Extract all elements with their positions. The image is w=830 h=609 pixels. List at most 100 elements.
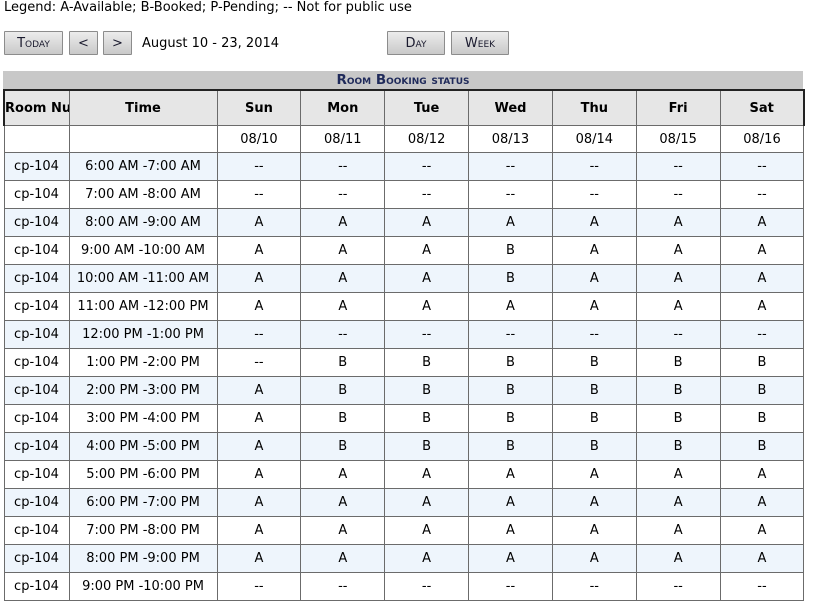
status-cell[interactable]: A (635, 264, 721, 293)
status-cell: B (468, 236, 553, 265)
status-cell[interactable]: A (300, 292, 386, 321)
status-cell[interactable]: A (551, 236, 637, 265)
status-cell: B (551, 348, 637, 377)
previous-button[interactable]: < (69, 31, 98, 55)
status-cell[interactable]: A (216, 460, 302, 489)
status-cell[interactable]: A (216, 404, 302, 433)
date-cell: 08/14 (551, 125, 637, 153)
status-cell: -- (635, 320, 721, 349)
status-cell[interactable]: A (551, 264, 637, 293)
status-cell[interactable]: A (384, 516, 470, 545)
status-cell[interactable]: A (635, 460, 721, 489)
status-cell[interactable]: A (216, 208, 302, 237)
status-cell: B (635, 432, 721, 461)
status-cell[interactable]: A (384, 488, 470, 517)
status-cell[interactable]: A (300, 460, 386, 489)
status-cell[interactable]: A (635, 516, 721, 545)
empty-cell (68, 125, 218, 153)
status-cell[interactable]: A (468, 208, 553, 237)
status-cell: -- (384, 152, 470, 181)
table-row: cp-104 11:00 AM -12:00 PM A A A A A A A (3, 292, 805, 321)
status-cell: -- (551, 152, 637, 181)
status-cell[interactable]: A (635, 292, 721, 321)
status-cell[interactable]: A (719, 488, 805, 517)
time-cell: 1:00 PM -2:00 PM (68, 348, 218, 377)
room-cell: cp-104 (3, 488, 70, 517)
status-cell[interactable]: A (384, 208, 470, 237)
room-cell: cp-104 (3, 292, 70, 321)
status-cell[interactable]: A (719, 460, 805, 489)
status-cell[interactable]: A (300, 544, 386, 573)
status-cell[interactable]: A (300, 236, 386, 265)
status-cell[interactable]: A (216, 432, 302, 461)
status-cell[interactable]: A (384, 292, 470, 321)
status-cell: B (384, 348, 470, 377)
day-header: Wed (468, 89, 553, 126)
status-cell[interactable]: A (300, 516, 386, 545)
status-cell: B (719, 376, 805, 405)
next-button[interactable]: > (103, 31, 132, 55)
status-cell[interactable]: A (551, 460, 637, 489)
status-cell[interactable]: A (216, 516, 302, 545)
status-cell: B (551, 432, 637, 461)
booking-rows: cp-104 6:00 AM -7:00 AM -- -- -- -- -- -- -- cp-1… (3, 152, 805, 601)
status-cell[interactable]: A (384, 544, 470, 573)
room-cell: cp-104 (3, 208, 70, 237)
status-cell[interactable]: A (216, 544, 302, 573)
status-cell[interactable]: A (635, 236, 721, 265)
room-cell: cp-104 (3, 544, 70, 573)
status-cell[interactable]: A (551, 516, 637, 545)
status-cell: -- (551, 180, 637, 209)
status-cell[interactable]: A (300, 264, 386, 293)
date-cell: 08/11 (300, 125, 386, 153)
status-cell[interactable]: A (551, 208, 637, 237)
status-cell[interactable]: A (635, 488, 721, 517)
table-row: cp-104 10:00 AM -11:00 AM A A A B A A A (3, 264, 805, 293)
status-cell[interactable]: A (300, 208, 386, 237)
status-cell[interactable]: A (719, 292, 805, 321)
status-cell[interactable]: A (468, 516, 553, 545)
status-cell[interactable]: A (384, 236, 470, 265)
table-row: cp-104 7:00 PM -8:00 PM A A A A A A A (3, 516, 805, 545)
week-view-button[interactable]: Week (451, 31, 509, 55)
time-cell: 9:00 AM -10:00 AM (68, 236, 218, 265)
status-cell[interactable]: A (216, 236, 302, 265)
status-cell[interactable]: A (216, 264, 302, 293)
status-cell[interactable]: A (719, 544, 805, 573)
room-cell: cp-104 (3, 264, 70, 293)
status-cell[interactable]: A (551, 544, 637, 573)
status-cell: B (468, 404, 553, 433)
status-cell[interactable]: A (719, 516, 805, 545)
status-cell: -- (468, 180, 553, 209)
status-cell[interactable]: A (635, 544, 721, 573)
time-cell: 7:00 AM -8:00 AM (68, 180, 218, 209)
status-cell[interactable]: A (384, 264, 470, 293)
status-cell[interactable]: A (468, 544, 553, 573)
room-cell: cp-104 (3, 404, 70, 433)
status-cell[interactable]: A (468, 460, 553, 489)
status-cell[interactable]: A (468, 292, 553, 321)
status-cell[interactable]: A (635, 208, 721, 237)
status-cell[interactable]: A (300, 488, 386, 517)
day-view-button[interactable]: Day (387, 31, 445, 55)
status-cell: -- (719, 320, 805, 349)
room-number-header: Room Number (3, 89, 70, 126)
status-cell[interactable]: A (551, 292, 637, 321)
status-cell: -- (216, 348, 302, 377)
room-cell: cp-104 (3, 516, 70, 545)
status-cell: -- (719, 180, 805, 209)
status-cell[interactable]: A (216, 376, 302, 405)
status-cell[interactable]: A (719, 264, 805, 293)
status-cell[interactable]: A (719, 236, 805, 265)
status-cell[interactable]: A (468, 488, 553, 517)
room-cell: cp-104 (3, 320, 70, 349)
status-cell: B (468, 432, 553, 461)
status-cell: B (719, 404, 805, 433)
status-cell[interactable]: A (551, 488, 637, 517)
status-cell[interactable]: A (384, 460, 470, 489)
status-cell[interactable]: A (719, 208, 805, 237)
day-header: Mon (300, 89, 386, 126)
status-cell[interactable]: A (216, 292, 302, 321)
status-cell[interactable]: A (216, 488, 302, 517)
today-button[interactable]: Today (4, 31, 63, 55)
